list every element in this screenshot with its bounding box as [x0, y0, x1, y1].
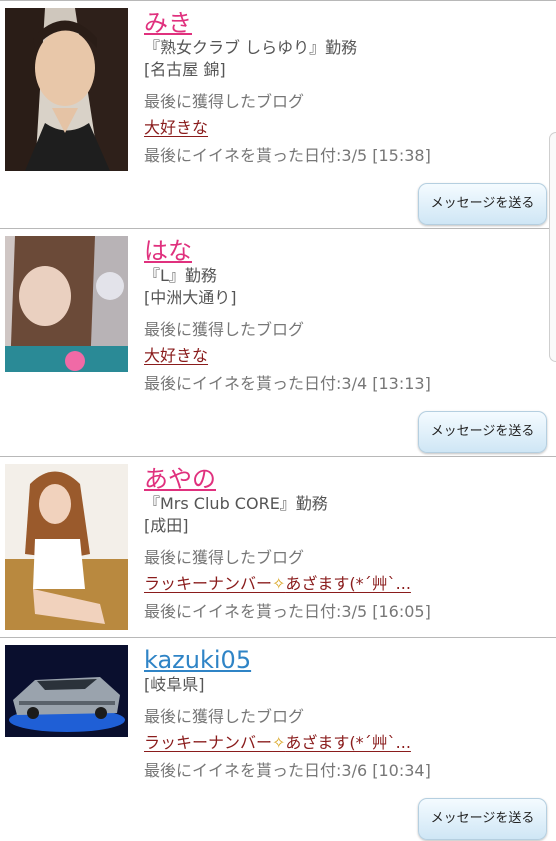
area-text: [成田] — [144, 516, 189, 535]
user-name-link[interactable]: kazuki05 — [144, 646, 548, 674]
user-card: はな 『L』勤務 [中洲大通り] 最後に獲得したブログ 大好きな 最後にイイネを… — [0, 228, 556, 456]
blog-heading: 最後に獲得したブログ — [144, 707, 305, 726]
user-photo[interactable] — [5, 236, 128, 372]
user-card: みき 『熟女クラブ しらゆり』勤務 [名古屋 錦] 最後に獲得したブログ 大好き… — [0, 0, 556, 228]
blog-title-link[interactable]: 大好きな — [144, 345, 548, 369]
sparkle-icon: ✧ — [272, 733, 286, 752]
area-text: [中洲大通り] — [144, 288, 237, 307]
blog-heading: 最後に獲得したブログ — [144, 320, 305, 339]
user-name-link[interactable]: あやの — [144, 465, 548, 493]
send-message-button[interactable]: メッセージを送る — [418, 183, 547, 225]
user-photo[interactable] — [5, 464, 128, 630]
send-message-button[interactable]: メッセージを送る — [418, 411, 547, 453]
blog-heading: 最後に獲得したブログ — [144, 92, 305, 111]
like-date-text: 最後にイイネを貰った日付:3/5 [16:05] — [144, 602, 431, 621]
user-card: kazuki05 [岐阜県] 最後に獲得したブログ ラッキーナンバー✧あざます(… — [0, 637, 556, 841]
workplace-text: 『Mrs Club CORE』勤務 — [144, 494, 328, 513]
user-name-link[interactable]: はな — [144, 237, 548, 265]
user-photo[interactable] — [5, 645, 128, 737]
send-message-button[interactable]: メッセージを送る — [418, 798, 547, 840]
user-photo[interactable] — [5, 8, 128, 171]
area-text: [岐阜県] — [144, 675, 205, 694]
workplace-text: 『熟女クラブ しらゆり』勤務 — [144, 38, 358, 57]
blog-title-link[interactable]: ラッキーナンバー✧あざます(*´艸`... — [144, 573, 548, 597]
like-date-text: 最後にイイネを貰った日付:3/5 [15:38] — [144, 146, 431, 165]
workplace-text: 『L』勤務 — [144, 266, 217, 285]
blog-title-link[interactable]: ラッキーナンバー✧あざます(*´艸`... — [144, 732, 548, 756]
like-date-text: 最後にイイネを貰った日付:3/4 [13:13] — [144, 374, 431, 393]
blog-title-link[interactable]: 大好きな — [144, 117, 548, 141]
user-name-link[interactable]: みき — [144, 9, 548, 37]
scroll-handle[interactable] — [549, 132, 556, 362]
blog-heading: 最後に獲得したブログ — [144, 548, 305, 567]
like-date-text: 最後にイイネを貰った日付:3/6 [10:34] — [144, 761, 431, 780]
sparkle-icon: ✧ — [272, 574, 286, 593]
user-card: あやの 『Mrs Club CORE』勤務 [成田] 最後に獲得したブログ ラッ… — [0, 456, 556, 637]
user-list: みき 『熟女クラブ しらゆり』勤務 [名古屋 錦] 最後に獲得したブログ 大好き… — [0, 0, 556, 841]
area-text: [名古屋 錦] — [144, 60, 226, 79]
